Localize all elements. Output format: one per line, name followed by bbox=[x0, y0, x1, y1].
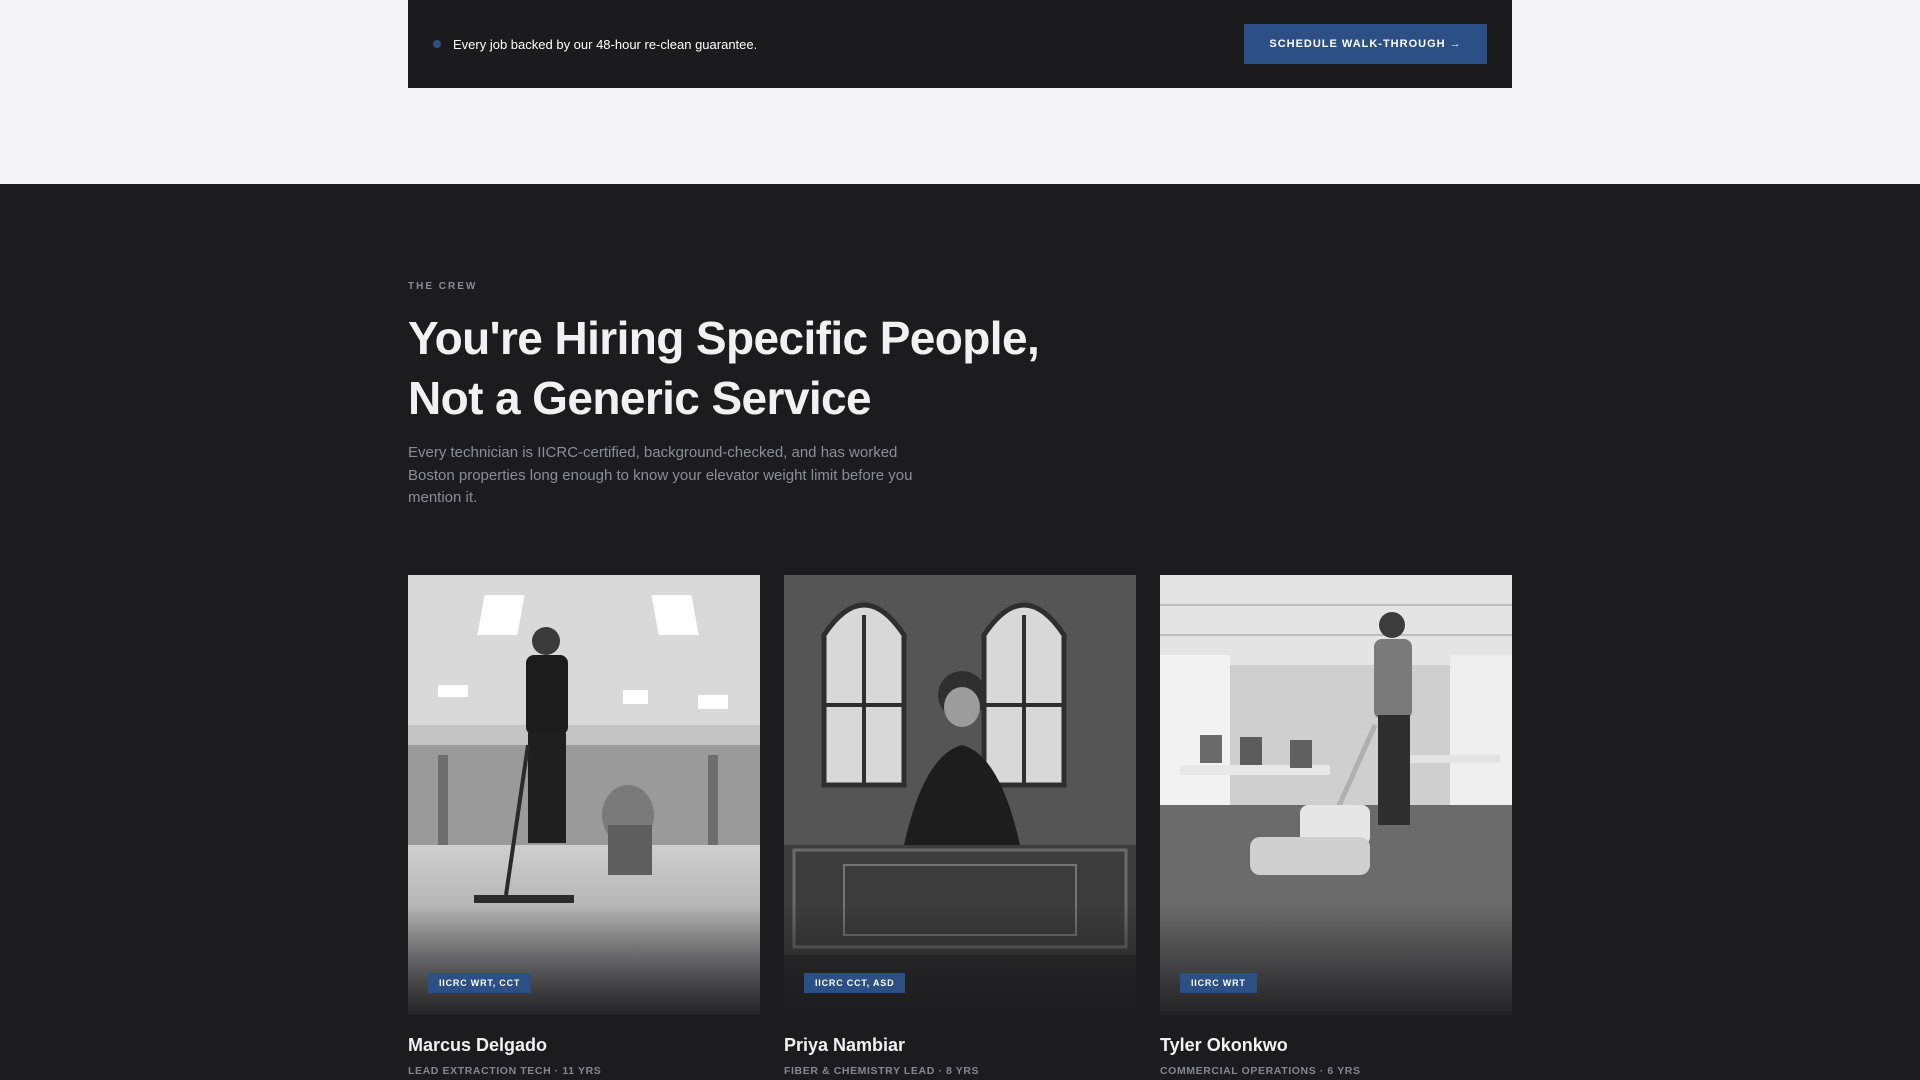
photo-fade-overlay bbox=[408, 905, 760, 1015]
photo-fade-overlay bbox=[784, 905, 1136, 1015]
crew-card[interactable]: IICRC WRT, CCT Marcus Delgado LEAD EXTRA… bbox=[408, 575, 760, 1077]
section-headline: You're Hiring Specific People, Not a Gen… bbox=[408, 312, 1040, 424]
member-role: COMMERCIAL OPERATIONS · 6 YRS bbox=[1160, 1065, 1361, 1077]
member-role: LEAD EXTRACTION TECH · 11 YRS bbox=[408, 1065, 602, 1077]
cert-badge: IICRC WRT, CCT bbox=[428, 973, 532, 993]
member-name: Priya Nambiar bbox=[784, 1035, 906, 1055]
top-band: Every job backed by our 48-hour re-clean… bbox=[0, 0, 1920, 184]
guarantee-text: Every job backed by our 48-hour re-clean… bbox=[453, 36, 758, 52]
technician-rug-photo: IICRC CCT, ASD bbox=[784, 575, 1136, 1015]
crew-card[interactable]: IICRC CCT, ASD Priya Nambiar FIBER & CHE… bbox=[784, 575, 1136, 1077]
section-eyebrow: THE CREW bbox=[408, 281, 478, 292]
crew-cards: IICRC WRT, CCT Marcus Delgado LEAD EXTRA… bbox=[408, 575, 1512, 1080]
section-lede: Every technician is IICRC-certified, bac… bbox=[408, 444, 913, 506]
status-dot-icon bbox=[433, 40, 441, 48]
cert-badge: IICRC CCT, ASD bbox=[804, 973, 906, 993]
member-name: Marcus Delgado bbox=[408, 1035, 548, 1055]
photo-fade-overlay bbox=[1160, 905, 1512, 1015]
member-name: Tyler Okonkwo bbox=[1160, 1035, 1288, 1055]
guarantee-bar: Every job backed by our 48-hour re-clean… bbox=[408, 0, 1512, 88]
crew-card[interactable]: IICRC WRT Tyler Okonkwo COMMERCIAL OPERA… bbox=[1160, 575, 1512, 1077]
technician-extraction-photo: IICRC WRT, CCT bbox=[408, 575, 760, 1015]
member-role: FIBER & CHEMISTRY LEAD · 8 YRS bbox=[784, 1065, 980, 1077]
technician-office-photo: IICRC WRT bbox=[1160, 575, 1512, 1015]
guarantee-message: Every job backed by our 48-hour re-clean… bbox=[433, 37, 757, 52]
crew-section: THE CREW You're Hiring Specific People, … bbox=[0, 184, 1920, 1080]
schedule-walk-through-button[interactable]: SCHEDULE WALK-THROUGH → bbox=[1244, 24, 1487, 64]
cert-badge: IICRC WRT bbox=[1180, 973, 1257, 993]
